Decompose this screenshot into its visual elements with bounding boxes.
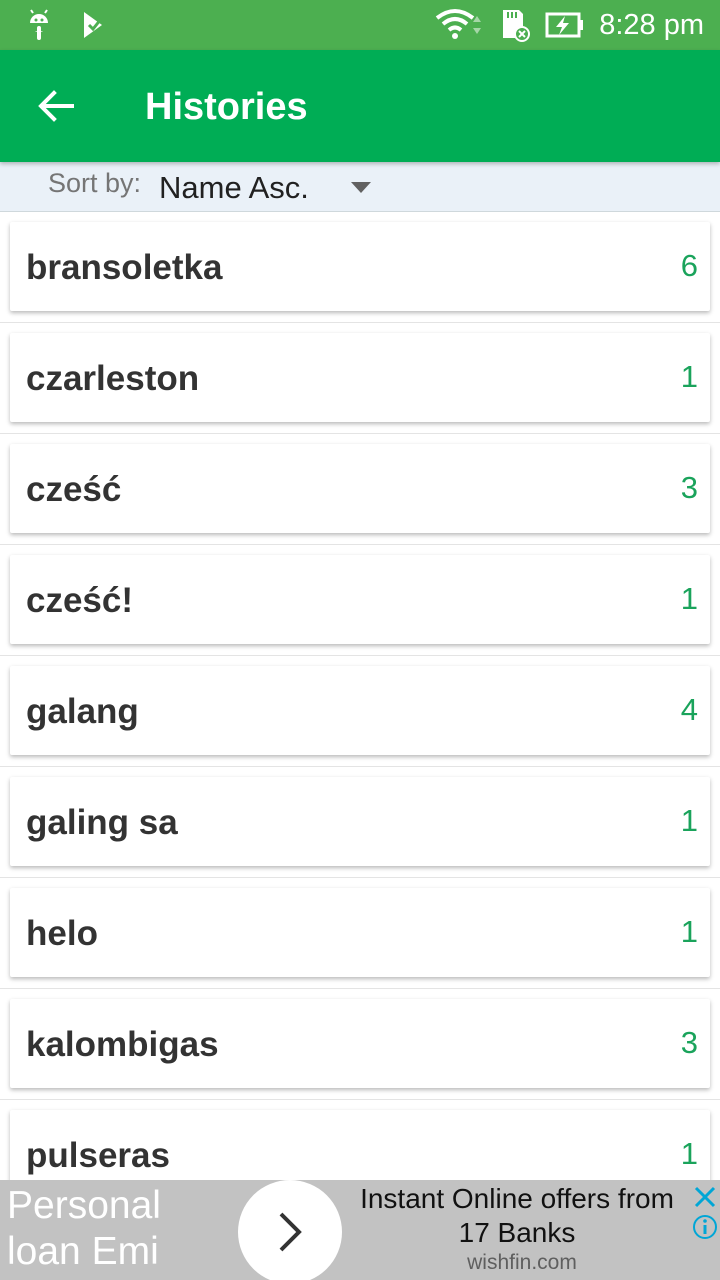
sd-card-icon	[503, 10, 531, 42]
ad-arrow-button[interactable]	[238, 1180, 342, 1280]
wifi-icon	[435, 9, 482, 39]
history-card[interactable]: bransoletka 6	[10, 222, 710, 311]
ad-left-text: Personal loan Emi	[7, 1183, 161, 1275]
list-item: kalombigas 3	[0, 989, 720, 1100]
sort-bar: Sort by: Name Asc.	[0, 162, 720, 212]
history-count: 3	[680, 1025, 698, 1060]
list-item: galing sa 1	[0, 767, 720, 878]
app-bar: Histories	[0, 50, 720, 162]
history-count: 1	[680, 359, 698, 394]
ad-headline-line: 17 Banks	[458, 1217, 576, 1248]
ad-banner[interactable]: Personal loan Emi Instant Online offers …	[0, 1180, 720, 1280]
history-name: pulseras	[26, 1136, 170, 1175]
page-title: Histories	[145, 86, 308, 128]
history-card[interactable]: pulseras 1	[10, 1110, 710, 1180]
ad-headline: Instant Online offers from 17 Banks	[342, 1182, 692, 1250]
sort-label: Sort by:	[48, 168, 142, 198]
list-item: bransoletka 6	[0, 212, 720, 323]
history-count: 1	[680, 914, 698, 949]
history-name: bransoletka	[26, 248, 223, 287]
history-name: helo	[26, 914, 98, 953]
history-count: 4	[680, 692, 698, 727]
history-card[interactable]: cześć! 1	[10, 555, 710, 644]
status-clock: 8:28 pm	[599, 9, 704, 41]
history-card[interactable]: kalombigas 3	[10, 999, 710, 1088]
list-item: helo 1	[0, 878, 720, 989]
list-item: cześć 3	[0, 434, 720, 545]
dropdown-caret-icon	[351, 182, 371, 193]
list-item: pulseras 1	[0, 1100, 720, 1180]
chevron-right-icon	[279, 1212, 302, 1252]
history-count: 3	[680, 470, 698, 505]
history-name: galing sa	[26, 803, 178, 842]
battery-charging-icon	[545, 12, 584, 38]
ad-left-line: Personal	[7, 1184, 161, 1227]
history-name: kalombigas	[26, 1025, 219, 1064]
history-count: 6	[680, 248, 698, 283]
history-card[interactable]: helo 1	[10, 888, 710, 977]
history-name: cześć	[26, 470, 122, 509]
history-name: cześć!	[26, 581, 134, 620]
history-card[interactable]: galang 4	[10, 666, 710, 755]
back-button[interactable]	[26, 78, 86, 134]
status-bar: 8:28 pm	[0, 0, 720, 50]
list-item: czarleston 1	[0, 323, 720, 434]
ad-left-line: loan Emi	[7, 1230, 159, 1273]
list-item: cześć! 1	[0, 545, 720, 656]
history-card[interactable]: czarleston 1	[10, 333, 710, 422]
list-item: galang 4	[0, 656, 720, 767]
history-card[interactable]: galing sa 1	[10, 777, 710, 866]
history-name: czarleston	[26, 359, 200, 398]
history-count: 1	[680, 1136, 698, 1171]
arrow-left-icon	[38, 90, 74, 122]
history-count: 1	[680, 803, 698, 838]
history-count: 1	[680, 581, 698, 616]
history-list[interactable]: bransoletka 6 czarleston 1 cześć 3 cześć…	[0, 212, 720, 1180]
ad-headline-line: Instant Online offers from	[360, 1183, 674, 1214]
history-card[interactable]: cześć 3	[10, 444, 710, 533]
checkmark-task-icon	[84, 12, 103, 38]
info-icon[interactable]	[692, 1214, 718, 1240]
android-icon	[30, 9, 48, 40]
ad-domain: wishfin.com	[467, 1251, 577, 1274]
sort-dropdown[interactable]: Name Asc.	[159, 168, 389, 208]
close-icon[interactable]	[692, 1184, 718, 1210]
history-name: galang	[26, 692, 139, 731]
sort-selected-value: Name Asc.	[159, 170, 309, 205]
